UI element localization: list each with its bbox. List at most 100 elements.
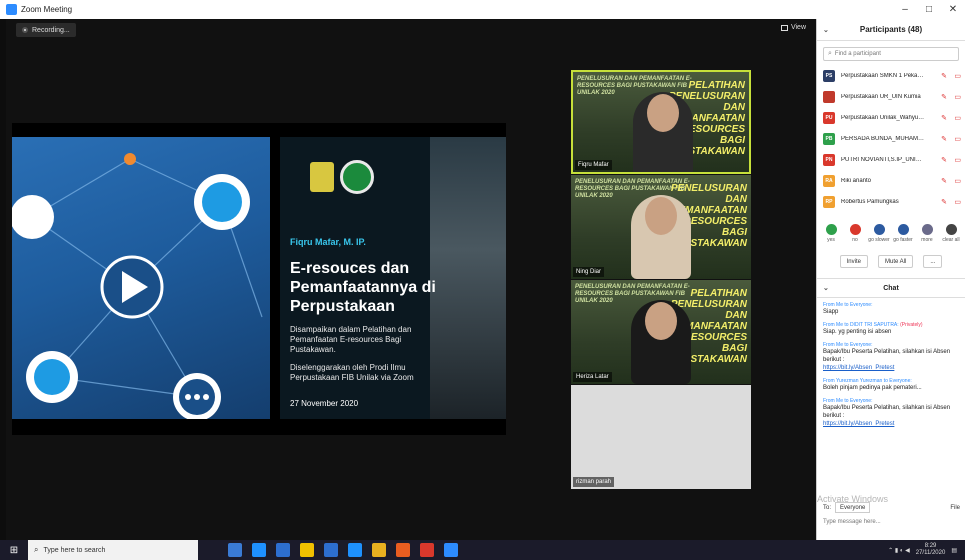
video-off-icon[interactable]: ▭ xyxy=(954,93,961,101)
taskbar-app-icon[interactable] xyxy=(372,543,386,557)
avatar: RP xyxy=(823,195,835,208)
windows-start-button[interactable]: ⊞ xyxy=(0,540,28,560)
invite-button[interactable]: Invite xyxy=(839,255,868,268)
video-off-icon[interactable]: ▭ xyxy=(954,72,961,80)
university-logo xyxy=(310,162,334,192)
clock[interactable]: 8:29 27/11/2020 xyxy=(916,543,946,557)
participant-name-tag: Fiqru Mafar xyxy=(575,160,612,170)
mic-muted-icon[interactable]: ✎ xyxy=(941,198,947,206)
reaction-icon xyxy=(825,224,837,235)
tray-icons[interactable]: ⌃ ▮ ◐ ◀ xyxy=(888,547,910,554)
participant-row[interactable]: PB PERSADA BUNDA_MUHAMAR ✎ ▭ xyxy=(817,128,965,149)
video-tile[interactable]: PENELUSURAN DAN PEMANFAATAN E-RESOURCES … xyxy=(571,280,751,384)
chevron-down-icon[interactable]: ⌄ xyxy=(823,284,829,292)
chat-link[interactable]: https://bit.ly/Absen_Pretest xyxy=(823,364,959,372)
participant-search-input[interactable]: ⌕ Find a participant xyxy=(823,47,959,61)
participant-row[interactable]: PN PUTRI NOVIANTI,S.IP_UNIVERSI... ✎ ▭ xyxy=(817,149,965,170)
video-tile[interactable]: PENELUSURAN DAN PEMANFAATAN E-RESOURCES … xyxy=(571,175,751,279)
grid-view-icon xyxy=(780,24,788,31)
avatar: RA xyxy=(823,174,835,187)
network-graphic xyxy=(12,153,263,421)
participant-row[interactable]: RA Riki arianto ✎ ▭ xyxy=(817,170,965,191)
participant-name: PERSADA BUNDA_MUHAMAR xyxy=(841,135,925,142)
minimize-button[interactable]: – xyxy=(893,0,917,19)
chat-text: Siapp xyxy=(823,309,839,315)
video-off-icon[interactable]: ▭ xyxy=(954,156,961,164)
avatar: PB xyxy=(823,132,835,145)
maximize-button[interactable]: □ xyxy=(917,0,941,19)
taskbar-search-placeholder: Type here to search xyxy=(43,546,106,554)
chat-message: From Me to Everyone: Siapp xyxy=(823,302,959,316)
taskbar: ⊞ ⌕ Type here to search ⌃ ▮ ◐ ◀ 8:29 27/… xyxy=(0,540,965,560)
nonverbal-feedback-bar: yes no go slower go faster more clear all xyxy=(817,224,965,243)
mic-muted-icon[interactable]: ✎ xyxy=(941,72,947,80)
chat-messages: From Me to Everyone: Siapp From Me to DID… xyxy=(817,298,965,438)
to-label: To: xyxy=(823,504,832,511)
network-illustration xyxy=(12,137,270,421)
video-off-icon[interactable]: ▭ xyxy=(954,114,961,122)
taskbar-app-icon[interactable] xyxy=(324,543,338,557)
mute-all-button[interactable]: Mute All xyxy=(877,255,914,268)
taskbar-app-icon[interactable] xyxy=(300,543,314,557)
close-button[interactable]: ✕ xyxy=(941,0,965,19)
taskbar-app-icon[interactable] xyxy=(228,543,242,557)
mic-muted-icon[interactable]: ✎ xyxy=(941,93,947,101)
participant-face xyxy=(645,302,677,340)
participants-title: Participants (48) xyxy=(859,25,923,34)
taskbar-app-icon[interactable] xyxy=(396,543,410,557)
reaction-button[interactable]: go slower xyxy=(867,224,891,243)
reaction-button[interactable]: clear all xyxy=(939,224,963,243)
participant-row[interactable]: RP Robertus Pamungkas ✎ ▭ xyxy=(817,191,965,212)
participant-face xyxy=(645,197,677,235)
reaction-button[interactable]: go faster xyxy=(891,224,915,243)
chat-text: Siap. yg penting isi absen xyxy=(823,329,892,335)
taskbar-search-input[interactable]: ⌕ Type here to search xyxy=(28,540,198,560)
video-tile[interactable]: rizman parah xyxy=(571,385,751,489)
taskbar-app-icon[interactable] xyxy=(420,543,434,557)
reaction-button[interactable]: more xyxy=(915,224,939,243)
slide-presenter: Fiqru Mafar, M. IP. xyxy=(290,237,366,247)
reaction-icon xyxy=(897,224,909,235)
reaction-button[interactable]: no xyxy=(843,224,867,243)
chat-link[interactable]: https://bit.ly/Absen_Pretest xyxy=(823,420,959,428)
mic-muted-icon[interactable]: ✎ xyxy=(941,177,947,185)
avatar: PS xyxy=(823,69,835,82)
participant-row[interactable]: PS Perpustakaan SMKN 1 Pekanba... ✎ ▭ xyxy=(817,65,965,86)
recipient-select[interactable]: Everyone xyxy=(835,502,871,513)
mic-muted-icon[interactable]: ✎ xyxy=(941,156,947,164)
video-off-icon[interactable]: ▭ xyxy=(954,177,961,185)
avatar: PN xyxy=(823,153,835,166)
reaction-button[interactable]: yes xyxy=(819,224,843,243)
zoom-app-icon xyxy=(6,4,17,15)
notification-icon[interactable]: ▤ xyxy=(951,547,957,554)
view-button[interactable]: View xyxy=(780,24,806,31)
file-button[interactable]: File xyxy=(950,505,960,511)
video-tile[interactable]: PENELUSURAN DAN PEMANFAATAN E-RESOURCES … xyxy=(571,70,751,174)
mic-muted-icon[interactable]: ✎ xyxy=(941,114,947,122)
mic-muted-icon[interactable]: ✎ xyxy=(941,135,947,143)
slide-title: E-resouces dan Pemanfaatannya di Perpust… xyxy=(290,260,436,315)
reaction-label: clear all xyxy=(942,237,960,243)
participant-row[interactable]: Perpustakaan UR_UIN Kumia ✎ ▭ xyxy=(817,86,965,107)
more-options-button[interactable]: ... xyxy=(923,255,943,268)
reaction-label: yes xyxy=(827,237,835,243)
chat-recipient-row: To: Everyone File xyxy=(823,502,960,513)
chat-text: Boleh pinjam pedinya pak pemateri... xyxy=(823,385,922,391)
reaction-icon xyxy=(921,224,933,235)
participant-name: Perpustakaan Unilak_Wahyu Siw... xyxy=(841,114,925,121)
taskbar-app-icon[interactable] xyxy=(276,543,290,557)
taskbar-app-icon[interactable] xyxy=(444,543,458,557)
avatar xyxy=(823,90,835,103)
chevron-down-icon[interactable]: ⌄ xyxy=(823,26,829,34)
taskbar-app-icon[interactable] xyxy=(348,543,362,557)
participant-row[interactable]: PU Perpustakaan Unilak_Wahyu Siw... ✎ ▭ xyxy=(817,107,965,128)
taskbar-app-icon[interactable] xyxy=(252,543,266,557)
window-title: Zoom Meeting xyxy=(21,5,73,14)
reaction-icon xyxy=(945,224,957,235)
participant-name: Riki arianto xyxy=(841,177,872,184)
recording-indicator[interactable]: Recording... xyxy=(16,23,76,37)
video-off-icon[interactable]: ▭ xyxy=(954,198,961,206)
chat-input[interactable]: Type message here... xyxy=(823,519,881,525)
participant-name-tag: Ning Diar xyxy=(573,267,605,277)
video-off-icon[interactable]: ▭ xyxy=(954,135,961,143)
